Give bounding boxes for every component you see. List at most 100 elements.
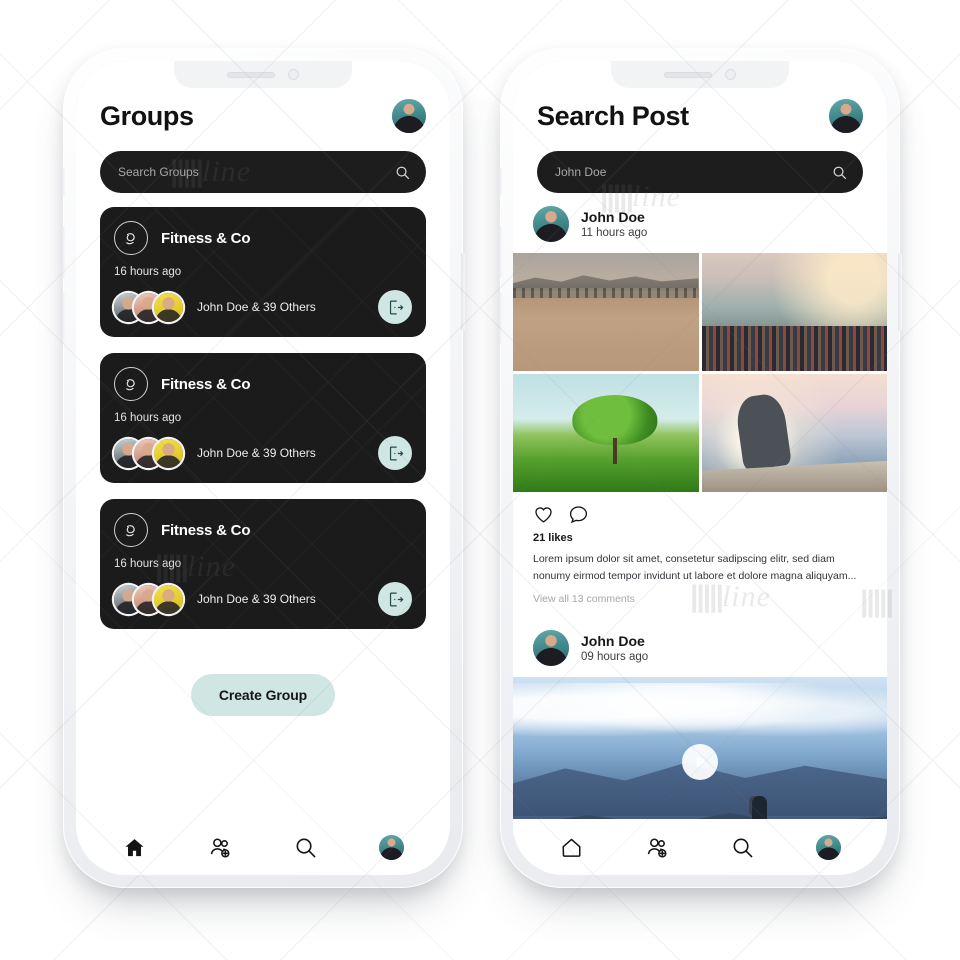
avatar: [154, 292, 183, 322]
post-header: John Doe 09 hours ago: [513, 617, 887, 677]
group-time: 16 hours ago: [114, 266, 182, 278]
phone-device-left: Groups Search Groups Fitness & Co 16 hou…: [61, 48, 465, 888]
member-avatars: [114, 292, 183, 322]
search-post-screen: Search Post John Doe John Doe 11 hours a…: [513, 61, 887, 875]
front-camera: [725, 69, 736, 80]
post-caption: Lorem ipsum dolor sit amet, consetetur s…: [533, 553, 857, 583]
group-card[interactable]: Fitness & Co 16 hours ago John Doe & 39 …: [100, 499, 426, 629]
comment-icon[interactable]: [568, 504, 589, 525]
group-time: 16 hours ago: [114, 412, 182, 424]
volume-up-button[interactable]: [61, 226, 65, 278]
tab-groups[interactable]: [197, 824, 243, 870]
group-name: Fitness & Co: [161, 229, 251, 247]
leave-group-button[interactable]: [378, 436, 412, 470]
bicep-icon: [114, 513, 148, 547]
people-add-icon: [647, 837, 667, 858]
leave-group-button[interactable]: [378, 290, 412, 324]
post-photo[interactable]: [701, 253, 887, 371]
group-list: Fitness & Co 16 hours ago John Doe & 39 …: [76, 193, 450, 629]
page-title: Groups: [100, 100, 194, 131]
device-notch: [174, 61, 352, 88]
post: John Doe 09 hours ago: [513, 617, 887, 819]
home-icon: [562, 838, 581, 857]
page-title: Search Post: [537, 100, 689, 131]
leave-group-button[interactable]: [378, 582, 412, 616]
home-icon: [125, 838, 144, 856]
tab-profile[interactable]: [368, 824, 414, 870]
tab-home[interactable]: [112, 824, 158, 870]
avatar: [154, 438, 183, 468]
volume-down-button[interactable]: [61, 292, 65, 344]
bottom-navigation: [513, 819, 887, 875]
group-time: 16 hours ago: [114, 558, 182, 570]
heart-icon[interactable]: [533, 504, 554, 525]
post-photo[interactable]: [513, 374, 699, 492]
bottom-navigation: [76, 819, 450, 875]
earpiece-speaker: [664, 71, 712, 78]
hiker-silhouette: [752, 795, 768, 819]
silent-switch[interactable]: [61, 168, 65, 196]
play-button[interactable]: [682, 743, 718, 780]
post-video[interactable]: [513, 676, 887, 819]
group-members: John Doe & 39 Others: [197, 446, 316, 460]
post-author: John Doe: [581, 209, 645, 225]
silent-switch[interactable]: [498, 168, 502, 196]
avatar-icon: [378, 834, 404, 860]
post-photo-grid: [513, 253, 887, 492]
avatar[interactable]: [392, 99, 426, 133]
power-button[interactable]: [461, 253, 465, 331]
group-card[interactable]: Fitness & Co 16 hours ago John Doe & 39 …: [100, 207, 426, 337]
volume-down-button[interactable]: [498, 292, 502, 344]
create-group-button[interactable]: Create Group: [190, 674, 336, 716]
post-feed: John Doe 11 hours ago 21 likes Lorem ips…: [513, 193, 887, 819]
device-notch: [611, 61, 789, 88]
group-members: John Doe & 39 Others: [197, 300, 316, 314]
search-placeholder: Search Groups: [118, 165, 199, 179]
group-card[interactable]: Fitness & Co 16 hours ago John Doe & 39 …: [100, 353, 426, 483]
avatar[interactable]: [533, 206, 569, 242]
post-photo[interactable]: [513, 253, 699, 371]
post-time: 09 hours ago: [581, 650, 649, 663]
member-avatars: [114, 584, 183, 614]
search-value: John Doe: [555, 165, 607, 179]
bicep-icon: [114, 221, 148, 255]
leave-group-icon: [389, 446, 403, 460]
avatar-icon: [815, 834, 841, 860]
search-icon: [296, 838, 316, 857]
avatar: [154, 584, 183, 614]
tab-home[interactable]: [549, 824, 595, 870]
group-name: Fitness & Co: [161, 521, 251, 539]
post-actions: [513, 492, 887, 525]
bicep-icon: [114, 367, 148, 401]
phone-screen-right: Search Post John Doe John Doe 11 hours a…: [513, 61, 887, 875]
member-avatars: [114, 438, 183, 468]
group-members: John Doe & 39 Others: [197, 592, 316, 606]
tab-search[interactable]: [283, 824, 329, 870]
post-header: John Doe 11 hours ago: [513, 193, 887, 253]
view-comments-link[interactable]: View all 13 comments: [513, 586, 887, 617]
tab-groups[interactable]: [634, 824, 680, 870]
volume-up-button[interactable]: [498, 226, 502, 278]
play-icon: [696, 756, 706, 767]
phone-device-right: Search Post John Doe John Doe 11 hours a…: [498, 48, 902, 888]
people-add-icon: [210, 837, 230, 858]
post-photo[interactable]: [701, 374, 887, 492]
post-likes: 21 likes: [533, 532, 573, 544]
phone-screen-left: Groups Search Groups Fitness & Co 16 hou…: [76, 61, 450, 875]
avatar[interactable]: [829, 99, 863, 133]
post-time: 11 hours ago: [581, 227, 648, 239]
power-button[interactable]: [898, 253, 902, 331]
post-author: John Doe: [581, 632, 645, 649]
avatar[interactable]: [533, 629, 569, 666]
search-input[interactable]: Search Groups: [100, 151, 426, 193]
tab-search[interactable]: [720, 824, 766, 870]
group-name: Fitness & Co: [161, 375, 251, 393]
post: John Doe 11 hours ago 21 likes Lorem ips…: [513, 193, 887, 617]
sky-clouds: [513, 683, 887, 745]
groups-screen: Groups Search Groups Fitness & Co 16 hou…: [76, 61, 450, 875]
create-group-area: Create Group: [76, 629, 450, 716]
search-input[interactable]: John Doe: [537, 151, 863, 193]
search-icon: [733, 838, 753, 857]
search-icon: [833, 166, 847, 179]
tab-profile[interactable]: [805, 824, 851, 870]
